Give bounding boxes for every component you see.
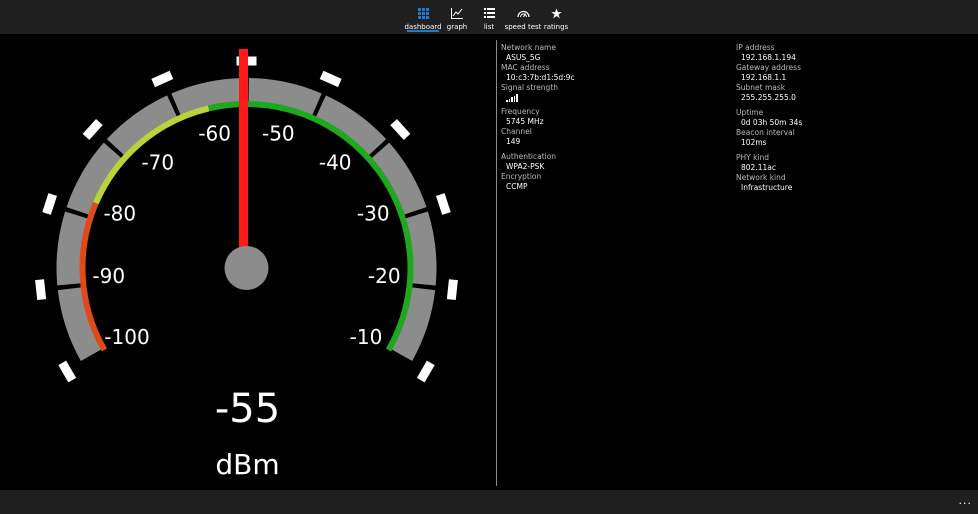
gauge-scale-label: -50 — [262, 122, 295, 146]
mac-address-value: 10:c3:7b:d1:5d:9c — [506, 73, 575, 82]
gauge-ring-segment — [57, 287, 105, 361]
gauge-scale-label: -100 — [104, 325, 149, 349]
signal-unit: dBm — [215, 448, 280, 481]
tab-graph[interactable]: graph — [445, 0, 469, 34]
gateway-address-label: Gateway address — [736, 63, 801, 72]
gauge-major-tick — [42, 193, 58, 215]
ip-address-value: 192.168.1.194 — [741, 53, 796, 62]
beacon-interval-label: Beacon interval — [736, 128, 795, 137]
network-info-right: IP address 192.168.1.194 Gateway address… — [736, 43, 936, 193]
gauge-ring-segment — [171, 78, 245, 119]
gauge-ring-segment — [388, 287, 436, 361]
gauge-scale-label: -30 — [357, 201, 390, 225]
gauge-scale-label: -60 — [198, 122, 231, 146]
bottom-app-bar: ... — [0, 490, 978, 514]
network-info-left: Network name ASUS_5G MAC address 10:c3:7… — [501, 43, 701, 192]
encryption-value: CCMP — [506, 182, 528, 191]
tab-list[interactable]: list — [479, 0, 499, 34]
channel-value: 149 — [506, 137, 521, 146]
tab-graph-label: graph — [446, 23, 468, 31]
frequency-value: 5745 MHz — [506, 117, 544, 126]
encryption-label: Encryption — [501, 172, 542, 181]
authentication-value: WPA2-PSK — [506, 162, 545, 171]
tab-list-label: list — [483, 23, 495, 31]
gauge-needle — [239, 49, 248, 248]
network-kind-label: Network kind — [736, 173, 786, 182]
tab-dashboard[interactable]: dashboard — [404, 0, 442, 34]
network-name-value: ASUS_5G — [506, 53, 541, 62]
channel-label: Channel — [501, 127, 532, 136]
gauge-major-tick — [446, 279, 458, 301]
active-tab-underline — [407, 30, 439, 32]
gauge-scale-label: -20 — [368, 264, 401, 288]
uptime-label: Uptime — [736, 108, 764, 117]
grid-icon — [417, 4, 429, 22]
speedometer-icon — [516, 4, 530, 22]
gauge-hub — [224, 246, 269, 290]
phy-kind-value: 802.11ac — [741, 163, 776, 172]
gauge-scale-label: -80 — [103, 201, 136, 225]
gauge-major-tick — [319, 70, 342, 88]
gauge-major-tick — [390, 119, 411, 140]
network-name-label: Network name — [501, 43, 556, 52]
signal-bars-icon — [506, 93, 518, 102]
gauge-major-tick — [151, 70, 174, 88]
gauge-major-tick — [435, 193, 451, 215]
signal-value: -55 — [214, 386, 281, 432]
network-kind-value: Infrastructure — [741, 183, 793, 192]
gateway-address-value: 192.168.1.1 — [741, 73, 787, 82]
chart-line-icon — [451, 4, 463, 22]
gauge-major-tick — [58, 360, 77, 383]
beacon-interval-value: 102ms — [741, 138, 767, 147]
authentication-label: Authentication — [501, 152, 557, 161]
signal-strength-label: Signal strength — [501, 83, 559, 92]
ip-address-label: IP address — [736, 43, 775, 52]
uptime-value: 0d 03h 50m 34s — [741, 118, 803, 127]
gauge-major-tick — [82, 119, 103, 140]
list-icon — [483, 4, 495, 22]
gauge-scale-label: -90 — [92, 264, 125, 288]
panel-divider — [496, 40, 497, 486]
star-icon — [550, 4, 562, 22]
mac-address-label: MAC address — [501, 63, 550, 72]
frequency-label: Frequency — [501, 107, 540, 116]
top-nav-bar: dashboard graph list speed test ratings — [0, 0, 978, 34]
subnet-mask-value: 255.255.255.0 — [741, 93, 796, 102]
more-options-button[interactable]: ... — [959, 494, 973, 507]
subnet-mask-label: Subnet mask — [736, 83, 786, 92]
phy-kind-label: PHY kind — [736, 153, 770, 162]
gauge-ring-segment — [248, 78, 322, 119]
tab-ratings-label: ratings — [543, 23, 569, 31]
tab-speed-test-label: speed test — [504, 23, 542, 31]
gauge-scale-label: -10 — [350, 325, 383, 349]
tab-ratings[interactable]: ratings — [544, 0, 568, 34]
tab-speed-test[interactable]: speed test — [504, 0, 542, 34]
gauge-scale-label: -70 — [141, 150, 174, 174]
gauge-major-tick — [35, 279, 47, 301]
gauge-major-tick — [416, 360, 435, 383]
gauge-scale-label: -40 — [319, 150, 352, 174]
